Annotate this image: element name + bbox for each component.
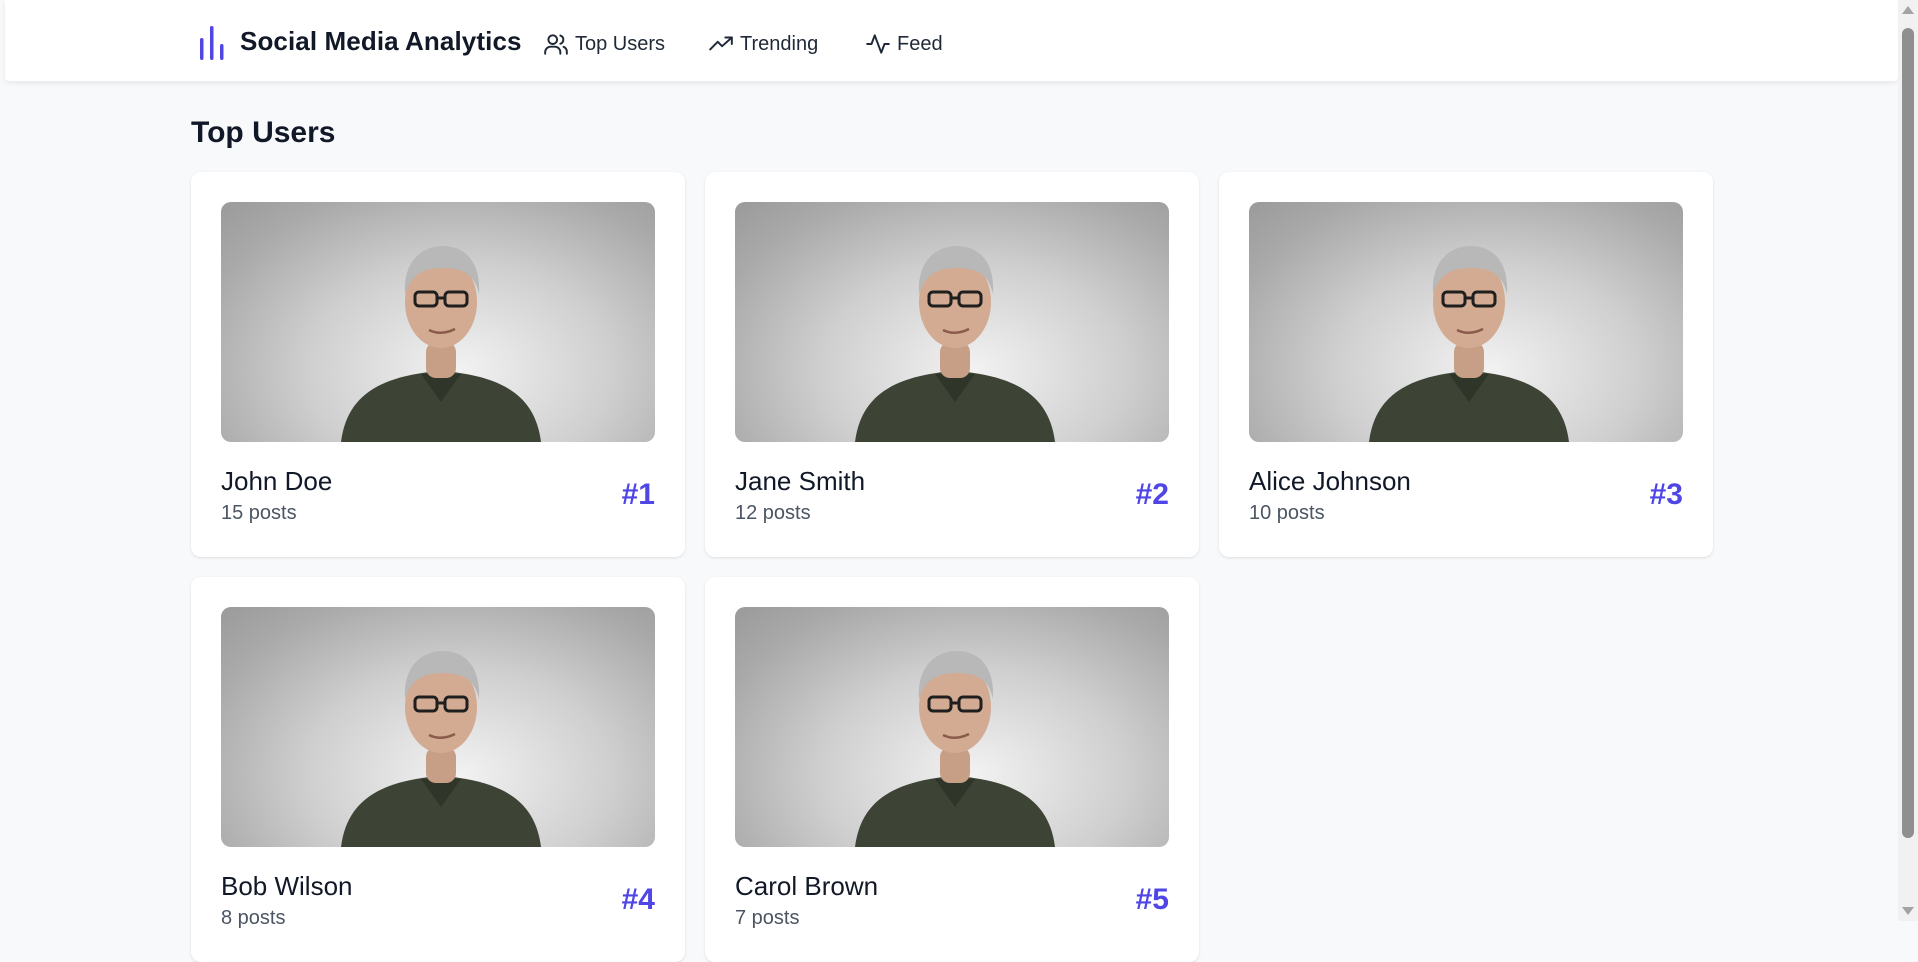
user-post-count: 8 posts: [221, 907, 286, 929]
nav-label: Feed: [897, 32, 943, 55]
user-name: Carol Brown: [735, 871, 879, 901]
user-card[interactable]: Jane Smith 12 posts #2: [705, 172, 1199, 557]
user-card[interactable]: Bob Wilson 8 posts #4: [191, 577, 685, 962]
user-card[interactable]: John Doe 15 posts #1: [191, 172, 685, 557]
nav-label: Top Users: [575, 32, 666, 55]
nav-trending[interactable]: Trending: [708, 30, 818, 58]
user-post-count: 15 posts: [221, 502, 297, 524]
user-rank: #2: [1135, 478, 1169, 511]
user-post-count: 12 posts: [735, 502, 811, 524]
user-rank: #5: [1135, 883, 1169, 916]
brand[interactable]: Social Media Analytics: [196, 22, 522, 60]
user-photo: [221, 607, 655, 847]
user-name: John Doe: [221, 466, 333, 496]
nav-feed[interactable]: Feed: [865, 30, 943, 58]
user-post-count: 10 posts: [1249, 502, 1325, 524]
nav-top-users[interactable]: Top Users: [543, 30, 665, 58]
user-photo: [735, 607, 1169, 847]
user-photo: [1249, 202, 1683, 442]
scroll-down-arrow-icon[interactable]: [1902, 907, 1914, 915]
scroll-up-arrow-icon[interactable]: [1902, 6, 1914, 14]
nav-label: Trending: [740, 32, 819, 55]
activity-icon: [866, 34, 890, 54]
user-name: Alice Johnson: [1249, 466, 1411, 496]
scrollbar-thumb[interactable]: [1902, 28, 1914, 838]
user-rank: #3: [1649, 478, 1683, 511]
page-scrollbar[interactable]: [1898, 0, 1918, 921]
user-post-count: 7 posts: [735, 907, 800, 929]
user-name: Bob Wilson: [221, 871, 353, 901]
trending-up-icon: [709, 36, 733, 51]
user-rank: #1: [621, 478, 655, 511]
page-title: Top Users: [191, 116, 336, 149]
user-photo: [221, 202, 655, 442]
user-rank: #4: [621, 883, 655, 916]
user-card[interactable]: Carol Brown 7 posts #5: [705, 577, 1199, 962]
user-photo: [735, 202, 1169, 442]
users-icon: [544, 34, 568, 55]
user-card[interactable]: Alice Johnson 10 posts #3: [1219, 172, 1713, 557]
app-title: Social Media Analytics: [240, 25, 522, 56]
bar-chart-icon: [200, 26, 224, 60]
top-navbar: Social Media Analytics Top Users Trendin…: [5, 0, 1898, 81]
user-name: Jane Smith: [735, 466, 866, 496]
